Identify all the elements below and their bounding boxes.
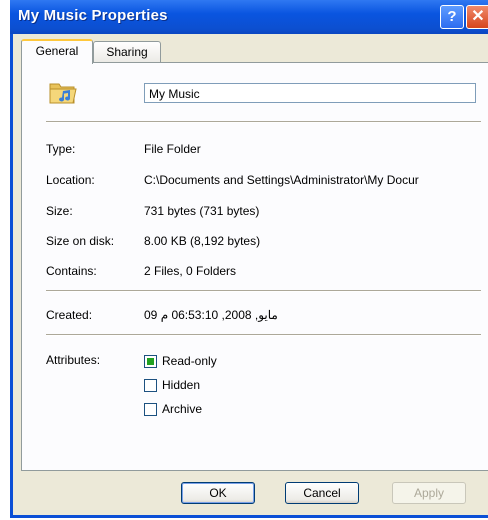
hidden-label: Hidden bbox=[162, 378, 201, 392]
general-panel: My Music Type: File Folder Location: C:\… bbox=[21, 62, 488, 471]
divider bbox=[46, 121, 481, 123]
readonly-label: Read-only bbox=[162, 354, 217, 368]
close-button[interactable]: ✕ bbox=[466, 5, 488, 29]
music-folder-icon bbox=[49, 83, 77, 104]
archive-label: Archive bbox=[162, 402, 203, 416]
cancel-button[interactable]: Cancel bbox=[285, 482, 359, 504]
properties-window: My Music Properties ? ✕ General Sharing … bbox=[10, 0, 488, 518]
created-value: 09 مايو, 2008, 06:53:10 م bbox=[144, 308, 278, 322]
created-label: Created: bbox=[46, 308, 93, 322]
size-on-disk-value: 8.00 KB (8,192 bytes) bbox=[144, 234, 261, 248]
window-title: My Music Properties bbox=[18, 7, 168, 24]
contains-label: Contains: bbox=[46, 264, 97, 278]
contains-value: 2 Files, 0 Folders bbox=[144, 264, 237, 278]
readonly-checkbox[interactable] bbox=[144, 355, 157, 368]
type-label: Type: bbox=[46, 142, 76, 156]
apply-button[interactable]: Apply bbox=[392, 482, 466, 504]
size-on-disk-label: Size on disk: bbox=[46, 234, 115, 248]
hidden-checkbox[interactable] bbox=[144, 379, 157, 392]
type-value: File Folder bbox=[144, 142, 201, 156]
divider bbox=[46, 290, 481, 292]
size-label: Size: bbox=[46, 204, 73, 218]
dialog-client: General Sharing My Music Type: File Fold… bbox=[13, 34, 488, 515]
divider bbox=[46, 334, 481, 336]
tab-sharing[interactable]: Sharing bbox=[93, 41, 161, 62]
help-button[interactable]: ? bbox=[440, 5, 464, 29]
size-value: 731 bytes (731 bytes) bbox=[144, 204, 260, 218]
location-label: Location: bbox=[46, 173, 95, 187]
archive-checkbox[interactable] bbox=[144, 403, 157, 416]
window-frame-bottom bbox=[10, 515, 488, 518]
location-value: C:\Documents and Settings\Administrator\… bbox=[144, 173, 419, 187]
tab-general[interactable]: General bbox=[21, 39, 93, 64]
folder-name-input[interactable]: My Music bbox=[144, 83, 476, 103]
attributes-label: Attributes: bbox=[46, 353, 101, 367]
title-bar[interactable]: My Music Properties ? ✕ bbox=[10, 0, 488, 34]
ok-button[interactable]: OK bbox=[181, 482, 255, 504]
